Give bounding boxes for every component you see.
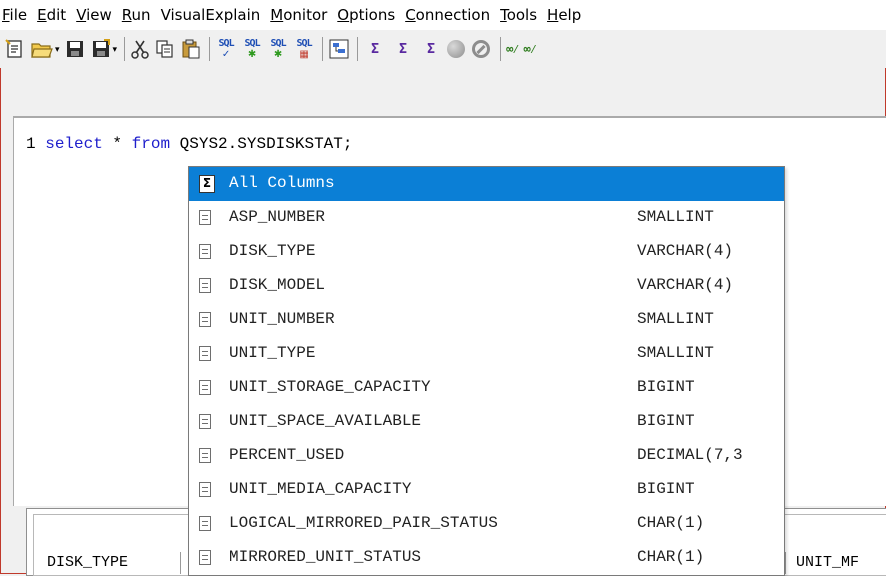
autocomplete-popup: Σ All Columns ASP_NUMBER SMALLINT DISK_T… — [188, 166, 785, 576]
menu-connection[interactable]: Connection — [400, 0, 495, 30]
run-from-cursor-icon[interactable]: SQL ✱ — [267, 36, 289, 62]
column-icon — [199, 346, 211, 361]
column-icon — [199, 448, 211, 463]
autocomplete-item[interactable]: MIRRORED_UNIT_STATUS CHAR(1) — [189, 541, 784, 575]
autocomplete-item[interactable]: DISK_TYPE VARCHAR(4) — [189, 235, 784, 269]
toolbar-separator — [357, 37, 359, 61]
menu-visualexplain[interactable]: VisualExplain — [156, 0, 266, 30]
autocomplete-item[interactable]: PERCENT_USED DECIMAL(7,3 — [189, 439, 784, 473]
menu-monitor[interactable]: Monitor — [265, 0, 332, 30]
keyword-select: select — [45, 135, 103, 153]
menu-bar: File Edit View Run VisualExplain Monitor… — [0, 0, 886, 30]
autocomplete-item[interactable]: ASP_NUMBER SMALLINT — [189, 201, 784, 235]
run-all-icon[interactable]: SQL ✱ — [241, 36, 263, 62]
column-icon — [199, 414, 211, 429]
menu-view[interactable]: View — [71, 0, 117, 30]
column-divider[interactable] — [180, 552, 181, 574]
keyword-from: from — [131, 135, 171, 153]
column-icon — [199, 278, 211, 293]
toolbar: ▾ ▾ SQL ✓ SQL ✱ SQL ✱ SQL ▦ Σ Σ Σ ∞⁄ ∞⁄ — [0, 30, 886, 68]
menu-file[interactable]: File — [0, 0, 32, 30]
open-icon[interactable] — [30, 36, 54, 62]
cancel-icon[interactable] — [472, 40, 491, 58]
sigma-icon: Σ — [199, 175, 215, 193]
column-icon — [199, 550, 211, 565]
open-dropdown-icon[interactable]: ▾ — [55, 44, 60, 55]
statistics-3-icon[interactable]: Σ — [419, 36, 443, 62]
toolbar-separator — [500, 37, 502, 61]
menu-options[interactable]: Options — [332, 0, 400, 30]
visual-explain-icon[interactable] — [328, 36, 350, 62]
menu-help[interactable]: Help — [542, 0, 586, 30]
toolbar-separator — [124, 37, 126, 61]
code-line-1[interactable]: 1 select * from QSYS2.SYSDISKSTAT; — [26, 135, 352, 153]
code-star: * — [102, 135, 132, 153]
copy-icon[interactable] — [154, 36, 176, 62]
column-icon — [199, 516, 211, 531]
menu-tools[interactable]: Tools — [495, 0, 542, 30]
autocomplete-item[interactable]: UNIT_TYPE SMALLINT — [189, 337, 784, 371]
run-to-table-icon[interactable]: SQL ▦ — [293, 36, 315, 62]
column-icon — [199, 482, 211, 497]
autocomplete-item-all-columns[interactable]: Σ All Columns — [189, 167, 784, 201]
save-icon[interactable] — [64, 36, 86, 62]
line-number: 1 — [26, 135, 36, 153]
autocomplete-item[interactable]: UNIT_SPACE_AVAILABLE BIGINT — [189, 405, 784, 439]
menu-edit[interactable]: Edit — [32, 0, 71, 30]
autocomplete-item[interactable]: UNIT_MEDIA_CAPACITY BIGINT — [189, 473, 784, 507]
autocomplete-item-label: All Columns — [229, 174, 335, 192]
autocomplete-item[interactable]: UNIT_NUMBER SMALLINT — [189, 303, 784, 337]
autocomplete-item[interactable]: DISK_MODEL VARCHAR(4) — [189, 269, 784, 303]
statistics-2-icon[interactable]: Σ — [391, 36, 415, 62]
toolbar-separator — [322, 37, 324, 61]
column-header-disk-type[interactable]: DISK_TYPE — [47, 554, 128, 571]
code-table: QSYS2.SYSDISKSTAT; — [170, 135, 353, 153]
column-divider[interactable] — [785, 552, 786, 574]
paste-icon[interactable] — [180, 36, 202, 62]
save-dropdown-icon[interactable]: ▾ — [113, 44, 118, 55]
column-header-unit-mf[interactable]: UNIT_MF — [796, 554, 859, 571]
column-icon — [199, 244, 211, 259]
toolbar-separator — [209, 37, 211, 61]
stop-icon[interactable] — [447, 40, 466, 58]
column-icon — [199, 312, 211, 327]
cut-icon[interactable] — [130, 36, 150, 62]
autocomplete-item[interactable]: UNIT_STORAGE_CAPACITY BIGINT — [189, 371, 784, 405]
link-2-icon[interactable]: ∞⁄ — [524, 42, 537, 57]
run-sql-icon[interactable]: SQL ✓ — [215, 36, 237, 62]
menu-run[interactable]: Run — [117, 0, 156, 30]
save-as-icon[interactable] — [90, 36, 112, 62]
column-icon — [199, 210, 211, 225]
column-icon — [199, 380, 211, 395]
autocomplete-item[interactable]: LOGICAL_MIRRORED_PAIR_STATUS CHAR(1) — [189, 507, 784, 541]
new-icon[interactable] — [4, 36, 26, 62]
statistics-icon[interactable]: Σ — [363, 36, 387, 62]
link-icon[interactable]: ∞⁄ — [506, 42, 519, 57]
